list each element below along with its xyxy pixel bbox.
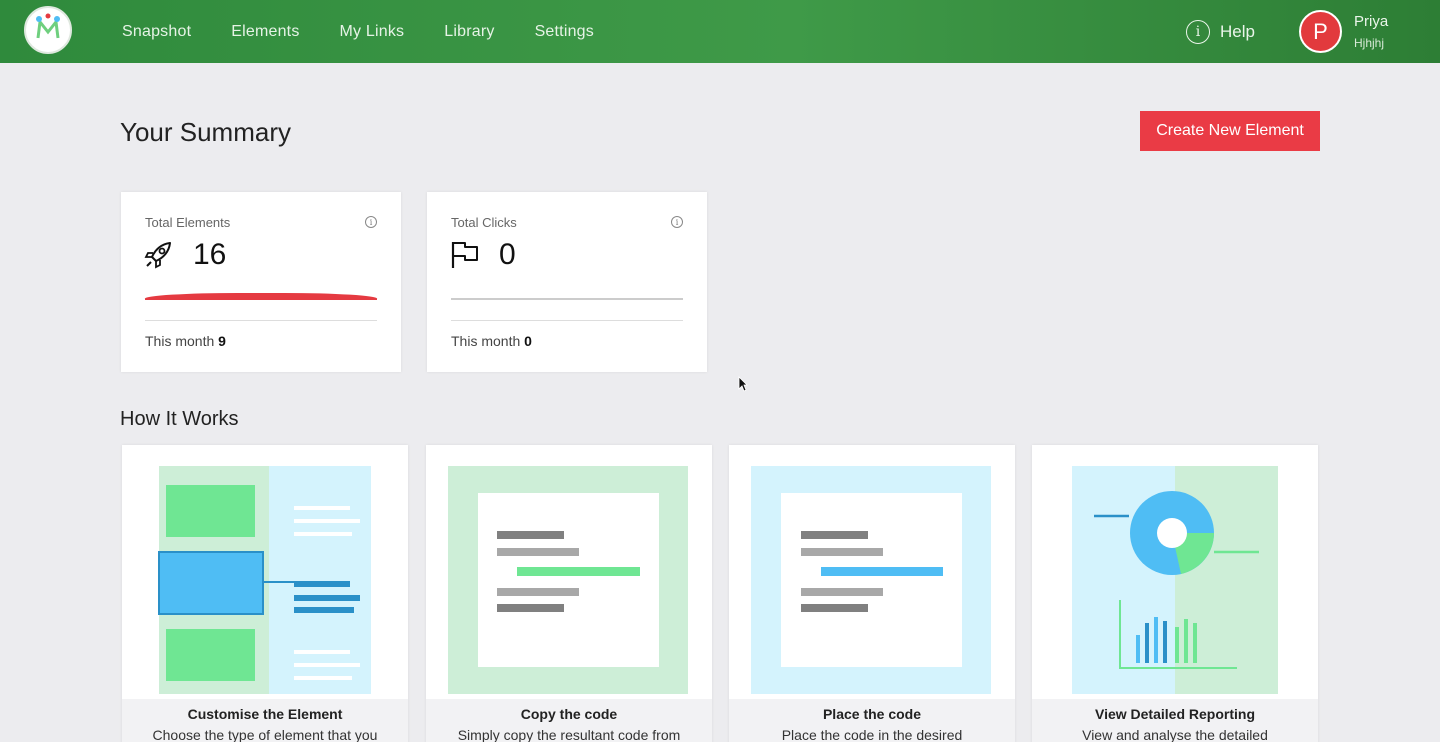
how-card-desc: Choose the type of element that you <box>152 727 378 742</box>
mouse-cursor-icon <box>738 376 748 392</box>
stat-label: Total Elements <box>145 215 231 230</box>
how-card-reporting: View Detailed Reporting View and analyse… <box>1032 445 1318 742</box>
help-link[interactable]: i Help <box>1186 20 1255 44</box>
info-icon[interactable]: i <box>671 216 683 228</box>
nav-item-settings[interactable]: Settings <box>535 23 594 41</box>
help-label: Help <box>1220 22 1255 41</box>
info-icon[interactable]: i <box>365 216 377 228</box>
avatar[interactable]: P <box>1299 10 1342 53</box>
copy-code-illustration <box>448 466 688 694</box>
how-card-desc: View and analyse the detailed <box>1082 727 1268 742</box>
place-code-illustration <box>751 466 991 694</box>
app-logo[interactable] <box>24 6 72 54</box>
nav-item-my-links[interactable]: My Links <box>340 23 405 41</box>
nav-item-snapshot[interactable]: Snapshot <box>122 23 191 41</box>
month-value: 0 <box>524 333 532 349</box>
progress-fill <box>145 293 377 300</box>
stat-card-total-clicks: Total Clicks i 0 This month 0 <box>427 192 707 372</box>
this-month: This month 9 <box>145 333 226 349</box>
user-subtitle: Hjhjhj <box>1354 36 1385 50</box>
divider <box>145 320 377 321</box>
nav-item-library[interactable]: Library <box>444 23 494 41</box>
rocket-icon <box>144 242 171 269</box>
progress-track <box>451 298 683 300</box>
how-card-customise: Customise the Element Choose the type of… <box>122 445 408 742</box>
stat-value: 16 <box>193 238 227 271</box>
how-card-title: View Detailed Reporting <box>1095 706 1255 722</box>
nav-item-elements[interactable]: Elements <box>231 23 299 41</box>
flag-icon <box>451 242 478 268</box>
stat-value: 0 <box>499 238 516 271</box>
how-card-copy-code: Copy the code Simply copy the resultant … <box>426 445 712 742</box>
stat-label: Total Clicks <box>451 215 517 230</box>
how-card-desc: Place the code in the desired <box>781 727 963 742</box>
how-card-desc: Simply copy the resultant code from <box>457 727 681 742</box>
create-new-element-button[interactable]: Create New Element <box>1140 111 1320 151</box>
customise-illustration <box>158 466 371 694</box>
this-month: This month 0 <box>451 333 532 349</box>
main-nav: Snapshot Elements My Links Library Setti… <box>122 0 594 63</box>
divider <box>451 320 683 321</box>
month-label: This month <box>451 333 521 349</box>
stat-card-total-elements: Total Elements i 16 This month 9 <box>121 192 401 372</box>
month-label: This month <box>145 333 215 349</box>
reporting-illustration <box>1072 466 1278 694</box>
info-icon: i <box>1186 20 1210 44</box>
how-card-title: Copy the code <box>520 706 618 722</box>
page-title: Your Summary <box>120 117 291 147</box>
how-card-place-code: Place the code Place the code in the des… <box>729 445 1015 742</box>
how-card-title: Place the code <box>822 706 922 722</box>
top-navigation-bar: Snapshot Elements My Links Library Setti… <box>0 0 1440 63</box>
how-card-title: Customise the Element <box>187 706 343 722</box>
section-title-how-it-works: How It Works <box>120 408 239 430</box>
month-value: 9 <box>218 333 226 349</box>
user-name: Priya <box>1354 13 1389 30</box>
